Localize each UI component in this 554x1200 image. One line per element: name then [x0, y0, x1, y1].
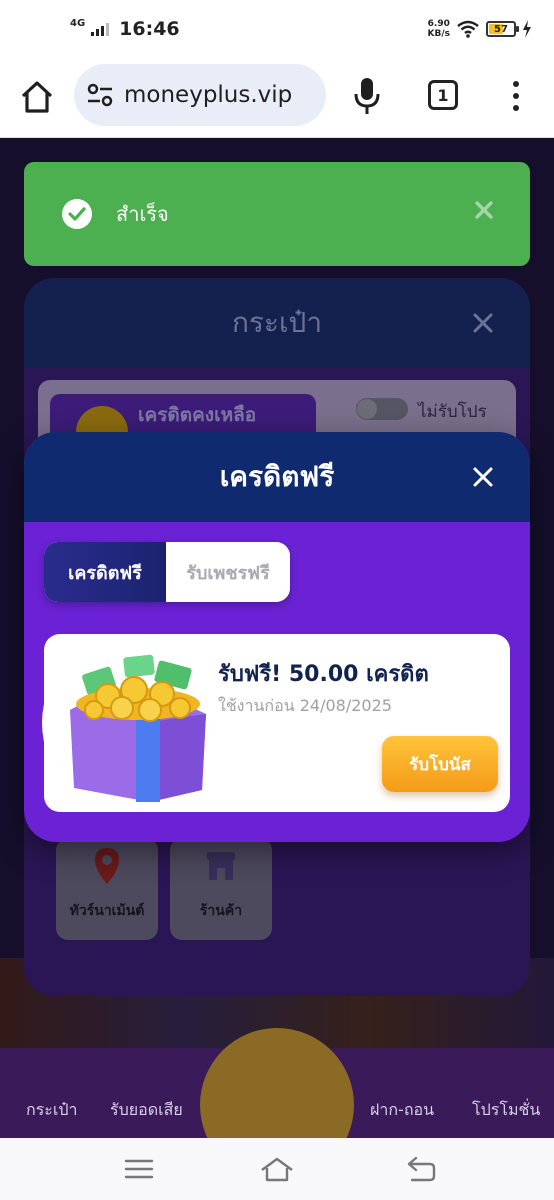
network-speed: 6.90 KB/s: [428, 19, 450, 39]
battery-icon: 57: [486, 21, 519, 37]
no-promo-label: ไม่รับโปร: [418, 402, 487, 422]
reward-title: รับฟรี! 50.00 เครดิต: [218, 662, 429, 687]
reward-expiry: ใช้งานก่อน 24/08/2025: [218, 696, 392, 715]
close-icon[interactable]: [472, 466, 494, 488]
bottom-nav-wallet[interactable]: กระเป๋า: [26, 1098, 77, 1123]
close-icon[interactable]: [474, 200, 494, 220]
no-promo-toggle[interactable]: [356, 398, 408, 420]
tune-icon[interactable]: [86, 82, 114, 108]
check-circle-icon: [62, 199, 92, 229]
store-icon: [207, 852, 235, 880]
wifi-icon: [457, 20, 479, 38]
network-type: 4G: [70, 18, 86, 29]
browser-toolbar: moneyplus.vip 1: [0, 58, 554, 138]
success-toast: สำเร็จ: [24, 162, 530, 266]
clock: 16:46: [119, 18, 180, 40]
speed-unit: KB/s: [427, 29, 450, 39]
wallet-title: กระเป๋า: [231, 306, 323, 339]
claim-bonus-button[interactable]: รับโบนัส: [382, 736, 498, 792]
address-bar[interactable]: moneyplus.vip: [74, 64, 326, 126]
tab-free-credit[interactable]: เครดิตฟรี: [44, 542, 166, 602]
signal-icon: [91, 22, 110, 36]
microphone-icon[interactable]: [352, 76, 382, 116]
tab-count: 1: [437, 85, 449, 105]
home-icon[interactable]: [18, 78, 56, 116]
reward-tabs: เครดิตฟรี รับเพชรฟรี: [44, 542, 290, 602]
system-nav-bar: [0, 1138, 554, 1200]
free-credit-modal: เครดิตฟรี เครดิตฟรี รับเพชรฟรี รับฟรี! 5…: [24, 432, 530, 842]
more-vert-icon[interactable]: [508, 78, 524, 114]
credit-label: เครดิตคงเหลือ: [138, 404, 257, 426]
battery-level: 57: [494, 23, 508, 35]
charging-icon: [523, 20, 531, 38]
map-pin-icon: [95, 848, 119, 884]
shortcut-label: ร้านค้า: [199, 903, 243, 919]
tabs-icon[interactable]: 1: [428, 80, 458, 110]
gift-box-icon: [70, 654, 206, 802]
modal-title: เครดิตฟรี: [219, 460, 335, 493]
shortcut-shop[interactable]: ร้านค้า: [170, 838, 272, 940]
wallet-header: กระเป๋า: [24, 278, 530, 368]
bottom-nav-cashback[interactable]: รับยอดเสีย: [110, 1098, 183, 1123]
toast-message: สำเร็จ: [116, 202, 169, 226]
url-text[interactable]: moneyplus.vip: [124, 82, 292, 108]
bottom-nav: กระเป๋า รับยอดเสีย ฝาก-ถอน โปรโมชั่น: [0, 1028, 554, 1138]
home-icon[interactable]: [260, 1154, 294, 1184]
free-credit-header: เครดิตฟรี: [24, 432, 530, 522]
tab-free-diamonds[interactable]: รับเพชรฟรี: [166, 542, 290, 602]
status-bar: 4G 16:46 6.90 KB/s 57: [0, 0, 554, 58]
shortcut-label: ทัวร์นาเม้นต์: [69, 903, 145, 919]
back-icon[interactable]: [404, 1154, 438, 1184]
status-left: 4G 16:46: [70, 18, 180, 40]
bottom-nav-promotion[interactable]: โปรโมชั่น: [472, 1098, 540, 1123]
bottom-nav-deposit[interactable]: ฝาก-ถอน: [370, 1098, 434, 1123]
speed-value: 6.90: [427, 19, 450, 29]
reward-card: รับฟรี! 50.00 เครดิต ใช้งานก่อน 24/08/20…: [42, 634, 510, 812]
shortcut-tournament[interactable]: ทัวร์นาเม้นต์: [56, 838, 158, 940]
status-right: 6.90 KB/s 57: [428, 19, 532, 39]
menu-icon[interactable]: [122, 1154, 156, 1184]
close-icon[interactable]: [472, 312, 494, 334]
toggle-knob: [357, 399, 377, 419]
